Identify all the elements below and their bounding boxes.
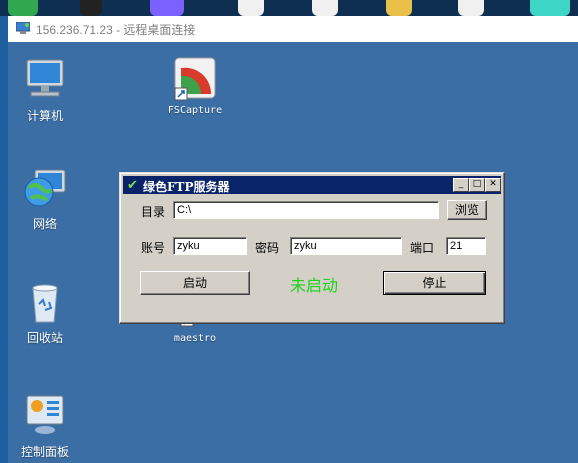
remote-desktop-window: 156.236.71.23 - 远程桌面连接 计算机 FSCapture 网络 …	[8, 16, 578, 463]
remote-desktop-icon	[16, 22, 30, 34]
checkmark-icon: ✔	[127, 178, 138, 193]
recycle-bin-icon	[21, 278, 69, 326]
host-app-icon[interactable]	[150, 0, 184, 16]
remote-desktop-titlebar: 156.236.71.23 - 远程桌面连接	[8, 16, 578, 43]
maximize-button[interactable]: □	[469, 178, 485, 192]
desktop-icon-network[interactable]: 网络	[10, 164, 80, 232]
desktop-icon-label: 计算机	[26, 109, 63, 123]
minimize-button[interactable]: _	[453, 178, 469, 192]
dir-label: 目录	[141, 205, 166, 219]
remote-desktop-title: 156.236.71.23 - 远程桌面连接	[36, 23, 196, 37]
remote-desktop-area: 计算机 FSCapture 网络 回收站 maestro 控制面板 ✔ 绿色FT…	[8, 42, 578, 463]
start-button[interactable]: 启动	[140, 271, 250, 295]
close-button[interactable]: ✕	[485, 178, 501, 192]
desktop-icon-recycle-bin[interactable]: 回收站	[10, 278, 80, 346]
host-app-icon[interactable]	[8, 0, 38, 16]
browse-button[interactable]: 浏览	[447, 200, 487, 220]
stop-button[interactable]: 停止	[383, 271, 486, 295]
server-status-text: 未启动	[290, 276, 339, 295]
host-app-icon[interactable]	[458, 0, 484, 16]
ftp-server-dialog: ✔ 绿色FTP服务器 _ □ ✕ 目录 C:\ 浏览 账号 zyku 密码 zy…	[119, 172, 505, 324]
account-input[interactable]: zyku	[173, 237, 247, 255]
desktop-icon-fscapture[interactable]: FSCapture	[160, 54, 230, 116]
fscapture-icon	[171, 54, 219, 102]
desktop-icon-control-panel[interactable]: 控制面板	[10, 392, 80, 460]
computer-icon	[21, 56, 69, 104]
host-desktop-edge	[0, 16, 8, 463]
desktop-icon-label: maestro	[173, 333, 217, 344]
host-app-icon[interactable]	[312, 0, 338, 16]
password-input[interactable]: zyku	[290, 237, 402, 255]
account-label: 账号	[141, 241, 166, 255]
host-app-icon[interactable]	[80, 0, 102, 16]
ftp-dialog-titlebar[interactable]: ✔ 绿色FTP服务器 _ □ ✕	[123, 176, 501, 194]
desktop-icon-label: 回收站	[26, 331, 63, 345]
dir-input[interactable]: C:\	[173, 201, 439, 219]
control-panel-icon	[21, 392, 69, 440]
host-app-icon[interactable]	[238, 0, 264, 16]
desktop-icon-label: FSCapture	[167, 105, 223, 116]
desktop-icon-label: 网络	[32, 217, 57, 231]
desktop-icon-computer[interactable]: 计算机	[10, 56, 80, 124]
network-globe-icon	[21, 164, 69, 212]
port-label: 端口	[410, 241, 435, 255]
host-app-icon[interactable]	[386, 0, 412, 16]
host-app-icon[interactable]	[530, 0, 570, 16]
password-label: 密码	[255, 241, 280, 255]
desktop-icon-label: 控制面板	[20, 445, 69, 459]
host-taskbar-strip	[0, 0, 578, 16]
port-input[interactable]: 21	[446, 237, 486, 255]
ftp-dialog-title: 绿色FTP服务器	[143, 180, 230, 194]
